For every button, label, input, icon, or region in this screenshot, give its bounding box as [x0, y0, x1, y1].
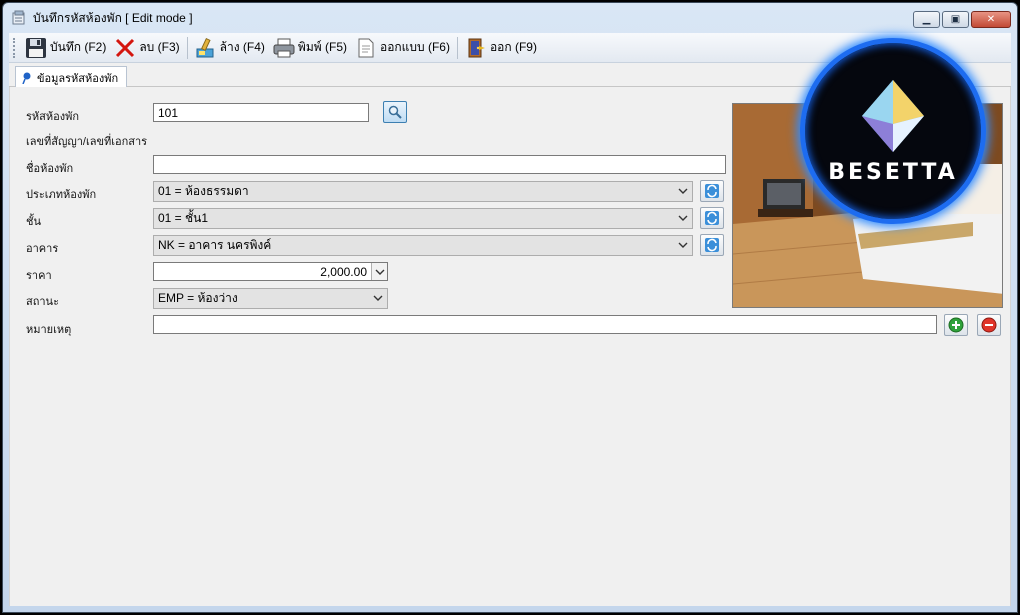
refresh-room-type-button[interactable] [700, 180, 724, 202]
restore-button[interactable]: ▣ [942, 11, 969, 28]
toolbar-grip[interactable] [13, 37, 17, 58]
refresh-floor-button[interactable] [700, 207, 724, 229]
room-code-label: รหัสห้องพัก [26, 111, 80, 123]
delete-label: ลบ (F3) [139, 40, 180, 54]
room-name-input[interactable] [153, 155, 726, 174]
save-button[interactable]: บันทึก (F2) [21, 35, 110, 61]
printer-icon [273, 38, 295, 57]
minimize-button[interactable]: ▁ [913, 11, 940, 28]
refresh-icon [705, 211, 719, 225]
design-button[interactable]: ออกแบบ (F6) [351, 35, 454, 61]
document-design-icon [358, 38, 374, 57]
window-controls: ▁ ▣ ✕ [913, 11, 1011, 28]
app-icon [12, 10, 25, 25]
chevron-down-icon [373, 295, 383, 301]
title-bar[interactable]: บันทึกรหัสห้องพัก [ Edit mode ] ▁ ▣ ✕ [3, 3, 1017, 33]
besetta-logo: BESETTA [800, 38, 986, 224]
plus-icon [948, 317, 964, 333]
price-label: ราคา [26, 270, 52, 282]
room-type-select[interactable]: 01 = ห้องธรรมดา [153, 181, 693, 202]
print-button[interactable]: พิมพ์ (F5) [269, 35, 351, 61]
price-value: 2,000.00 [320, 265, 367, 279]
exit-label: ออก (F9) [489, 40, 537, 54]
chevron-down-icon [678, 188, 688, 194]
logo-text: BESETTA [828, 159, 958, 185]
search-icon [388, 105, 402, 119]
status-label: สถานะ [26, 296, 59, 308]
design-label: ออกแบบ (F6) [379, 40, 450, 54]
room-type-label: ประเภทห้องพัก [26, 189, 97, 201]
status-value: EMP = ห้องว่าง [158, 291, 238, 305]
diamond-logo-icon [862, 79, 924, 152]
contract-label: เลขที่สัญญา/เลขที่เอกสาร [26, 136, 148, 148]
building-value: NK = อาคาร นครพิงค์ [158, 238, 272, 252]
toolbar-separator [456, 36, 458, 59]
status-select[interactable]: EMP = ห้องว่าง [153, 288, 388, 309]
floor-label: ชั้น [26, 216, 41, 228]
add-image-button[interactable] [944, 314, 968, 336]
remove-image-button[interactable] [977, 314, 1001, 336]
print-label: พิมพ์ (F5) [297, 40, 347, 54]
refresh-building-button[interactable] [700, 234, 724, 256]
room-name-label: ชื่อห้องพัก [26, 163, 74, 175]
brush-clear-icon [196, 37, 214, 57]
app-window: บันทึกรหัสห้องพัก [ Edit mode ] ▁ ▣ ✕ บั… [2, 2, 1018, 613]
delete-button[interactable]: ลบ (F3) [110, 35, 183, 61]
chevron-down-icon [375, 269, 384, 275]
close-button[interactable]: ✕ [971, 11, 1011, 28]
refresh-icon [705, 238, 719, 252]
floor-select[interactable]: 01 = ชั้น1 [153, 208, 693, 229]
building-select[interactable]: NK = อาคาร นครพิงค์ [153, 235, 693, 256]
floor-value: 01 = ชั้น1 [158, 211, 209, 225]
save-label: บันทึก (F2) [50, 40, 107, 54]
refresh-icon [705, 184, 719, 198]
note-label: หมายเหตุ [26, 324, 72, 336]
delete-x-icon [116, 38, 135, 57]
room-type-value: 01 = ห้องธรรมดา [158, 184, 249, 198]
search-button[interactable] [383, 101, 407, 123]
note-input[interactable] [153, 315, 937, 334]
chevron-down-icon [678, 215, 688, 221]
building-label: อาคาร [26, 243, 59, 255]
exit-button[interactable]: ออก (F9) [461, 35, 541, 61]
room-code-input[interactable]: 101 [153, 103, 369, 122]
exit-door-icon [468, 38, 485, 57]
clear-button[interactable]: ล้าง (F4) [191, 35, 269, 61]
clear-label: ล้าง (F4) [219, 40, 265, 54]
price-input[interactable]: 2,000.00 [153, 262, 388, 281]
price-dropdown-button[interactable] [371, 263, 387, 280]
chevron-down-icon [678, 242, 688, 248]
tab-room-info[interactable]: ข้อมูลรหัสห้องพัก [15, 66, 127, 88]
pin-icon [22, 72, 31, 84]
minus-icon [981, 317, 997, 333]
toolbar-separator [186, 36, 188, 59]
tab-label: ข้อมูลรหัสห้องพัก [37, 72, 119, 85]
floppy-disk-icon [26, 37, 46, 58]
window-title: บันทึกรหัสห้องพัก [ Edit mode ] [33, 10, 193, 25]
